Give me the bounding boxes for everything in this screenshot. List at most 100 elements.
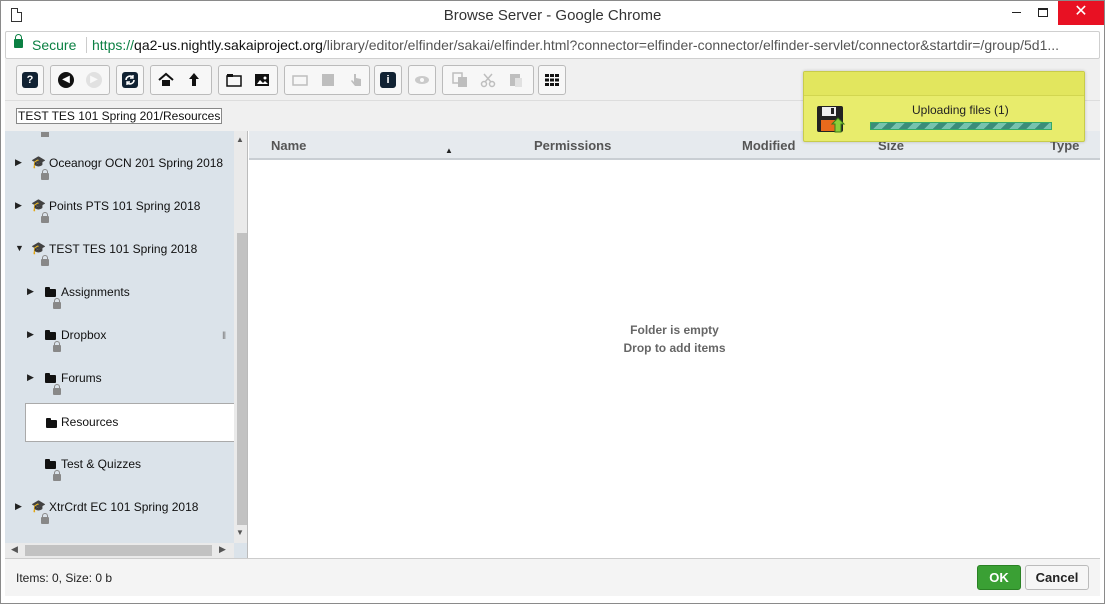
- toolbar-group-new: [218, 65, 278, 95]
- url-protocol: https://: [92, 37, 135, 53]
- tree-resize-handle[interactable]: ‖: [222, 331, 226, 342]
- scrollbar-thumb[interactable]: [237, 233, 247, 525]
- help-icon: ?: [22, 72, 38, 88]
- expand-arrow-icon[interactable]: ▶: [15, 501, 22, 512]
- download-icon: [322, 74, 334, 86]
- tree-item-label: Oceanogr OCN 201 Spring 2018: [49, 156, 224, 170]
- address-separator: [86, 37, 87, 53]
- back-button[interactable]: ◀: [55, 69, 77, 91]
- upload-button[interactable]: [251, 69, 273, 91]
- expand-arrow-icon[interactable]: ▶: [27, 372, 34, 383]
- scroll-up-icon[interactable]: ▲: [236, 135, 244, 144]
- empty-folder-message: Folder is empty Drop to add items: [249, 321, 1100, 357]
- scroll-down-icon[interactable]: ▼: [236, 528, 244, 537]
- download-button[interactable]: [317, 69, 339, 91]
- toolbar-group-file-ops: [284, 65, 370, 95]
- toolbar-group-preview: [408, 65, 436, 95]
- image-upload-icon: [255, 74, 269, 86]
- tree-item-test-tes[interactable]: ▼ 🎓 TEST TES 101 Spring 2018: [5, 229, 231, 272]
- file-list[interactable]: Name ▲ Permissions Modified Size Type Fo…: [249, 131, 1100, 558]
- graduation-cap-icon: 🎓: [31, 499, 46, 513]
- scroll-right-icon[interactable]: ▶: [219, 544, 226, 555]
- ok-button[interactable]: OK: [977, 565, 1021, 590]
- column-name[interactable]: Name: [271, 138, 306, 153]
- tree-item-resources[interactable]: Resources: [25, 403, 235, 442]
- paste-button[interactable]: [505, 69, 527, 91]
- tree-item-points[interactable]: ▶ 🎓 Points PTS 101 Spring 2018: [5, 186, 231, 229]
- window-title: Browse Server - Google Chrome: [443, 7, 662, 24]
- tree-item-assignments[interactable]: ▶ Assignments: [5, 272, 231, 315]
- status-bar: Items: 0, Size: 0 b OK Cancel: [5, 558, 1100, 596]
- empty-line-2: Drop to add items: [623, 341, 726, 355]
- tree-item-oceanogr[interactable]: ▶ 🎓 Oceanogr OCN 201 Spring 2018: [5, 143, 231, 186]
- sort-ascending-icon: ▲: [445, 146, 453, 155]
- address-bar[interactable]: Secure https://qa2-us.nightly.sakaiproje…: [5, 31, 1100, 59]
- toolbar-group-help: ?: [16, 65, 44, 95]
- toolbar-group-info: i: [374, 65, 402, 95]
- tree-item-test-quizzes[interactable]: Test & Quizzes: [5, 444, 231, 487]
- open-button[interactable]: [289, 69, 311, 91]
- eye-icon: [415, 76, 429, 84]
- grid-view-icon: [545, 74, 559, 86]
- up-arrow-icon: [189, 73, 199, 86]
- tree-item-label: Resources: [61, 415, 119, 429]
- quicklook-button[interactable]: [411, 69, 433, 91]
- reload-button[interactable]: [119, 69, 141, 91]
- expand-arrow-icon[interactable]: ▶: [27, 286, 34, 297]
- minimize-button[interactable]: [1004, 1, 1028, 25]
- tree-item-label: XtrCrdt EC 101 Spring 2018: [49, 500, 199, 514]
- cancel-button[interactable]: Cancel: [1025, 565, 1089, 590]
- new-folder-icon: [226, 74, 242, 87]
- tree-horizontal-scrollbar[interactable]: ◀ ▶: [5, 543, 234, 558]
- scroll-left-icon[interactable]: ◀: [11, 544, 18, 555]
- home-button[interactable]: [155, 69, 177, 91]
- folder-tree: ▶ 🎓 Oceanogr OCN 201 Spring 2018 ▶ 🎓 Poi…: [5, 131, 248, 558]
- folder-icon: [46, 417, 57, 431]
- up-folder-button[interactable]: [183, 69, 205, 91]
- tree-item-label: TEST TES 101 Spring 2018: [49, 242, 198, 256]
- help-button[interactable]: ?: [19, 69, 41, 91]
- current-path[interactable]: TEST TES 101 Spring 201/Resources: [16, 108, 223, 124]
- lock-icon: [41, 255, 49, 266]
- collapse-arrow-icon[interactable]: ▼: [15, 243, 24, 253]
- scrollbar-thumb[interactable]: [25, 545, 212, 556]
- toolbar-group-navigation: [150, 65, 212, 95]
- empty-line-1: Folder is empty: [630, 323, 719, 337]
- tree-item-forums[interactable]: ▶ Forums: [5, 358, 231, 401]
- tree-item-label: Test & Quizzes: [61, 457, 142, 471]
- copy-button[interactable]: [449, 69, 471, 91]
- info-icon: i: [380, 72, 396, 88]
- expand-arrow-icon[interactable]: ▶: [15, 200, 22, 211]
- copy-icon: [452, 72, 467, 87]
- tree-item-dropbox[interactable]: ▶ Dropbox: [5, 315, 231, 358]
- open-folder-icon: [292, 75, 308, 86]
- info-button[interactable]: i: [377, 69, 399, 91]
- paste-icon: [510, 74, 522, 87]
- tree-item-label: Dropbox: [61, 328, 107, 342]
- close-window-button[interactable]: ✕: [1058, 1, 1104, 25]
- expand-arrow-icon[interactable]: ▶: [15, 157, 22, 168]
- column-modified[interactable]: Modified: [742, 138, 795, 153]
- scissors-icon: [480, 73, 496, 88]
- toolbar-group-clipboard: [442, 65, 534, 95]
- url-host: qa2-us.nightly.sakaiproject.org: [134, 37, 323, 53]
- toolbar-group-view: [538, 65, 566, 95]
- tree-vertical-scrollbar[interactable]: ▲ ▼: [234, 131, 247, 543]
- new-folder-button[interactable]: [223, 69, 245, 91]
- forward-button[interactable]: ▶: [83, 69, 105, 91]
- maximize-button[interactable]: [1031, 1, 1055, 25]
- url-text[interactable]: https://qa2-us.nightly.sakaiproject.org/…: [92, 37, 1092, 53]
- browser-window: Browse Server - Google Chrome ✕ Secure h…: [0, 0, 1105, 604]
- view-toggle-button[interactable]: [541, 69, 563, 91]
- column-permissions[interactable]: Permissions: [534, 138, 611, 153]
- lock-icon: [53, 384, 61, 395]
- reload-icon: [122, 72, 138, 88]
- cut-button[interactable]: [477, 69, 499, 91]
- graduation-cap-icon: 🎓: [31, 241, 46, 255]
- back-icon: ◀: [58, 72, 74, 88]
- secure-label: Secure: [32, 37, 77, 53]
- tree-item-xtrcrdt[interactable]: ▶ 🎓 XtrCrdt EC 101 Spring 2018: [5, 487, 231, 530]
- expand-arrow-icon[interactable]: ▶: [27, 329, 34, 340]
- getfile-button[interactable]: [345, 69, 367, 91]
- toolbar-group-history: ◀ ▶: [50, 65, 110, 95]
